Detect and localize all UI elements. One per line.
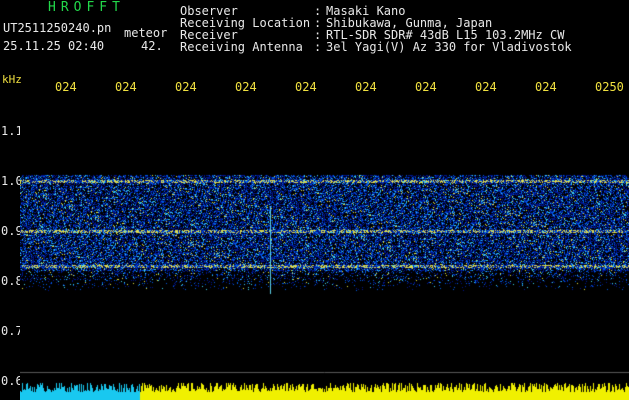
file-type: meteor bbox=[124, 26, 168, 40]
count-value: 42. bbox=[141, 39, 163, 53]
info-label-antenna: Receiving Antenna bbox=[180, 40, 303, 54]
x-tick-label: 024 bbox=[295, 80, 317, 94]
x-tick-label: 0250 bbox=[595, 80, 624, 94]
signal-strength-bars bbox=[20, 368, 629, 400]
date-time: 25.11.25 02:40 bbox=[3, 39, 105, 53]
x-tick-label: 024 bbox=[55, 80, 77, 94]
x-tick-label: 024 bbox=[415, 80, 437, 94]
x-tick-label: 024 bbox=[475, 80, 497, 94]
x-tick-label: 024 bbox=[235, 80, 257, 94]
y-axis-unit: kHz bbox=[2, 73, 22, 86]
x-tick-label: 024 bbox=[115, 80, 137, 94]
x-tick-label: 024 bbox=[535, 80, 557, 94]
info-value-antenna: 3el Yagi(V) Az 330 for Vladivostok bbox=[326, 40, 572, 54]
info-colon: : bbox=[314, 40, 322, 54]
hrofft-logo: HROFFT bbox=[48, 0, 125, 15]
x-tick-label: 024 bbox=[355, 80, 377, 94]
x-tick-label: 024 bbox=[175, 80, 197, 94]
spectrogram-canvas bbox=[20, 96, 629, 368]
file-name: UT2511250240.pn bbox=[3, 21, 112, 35]
